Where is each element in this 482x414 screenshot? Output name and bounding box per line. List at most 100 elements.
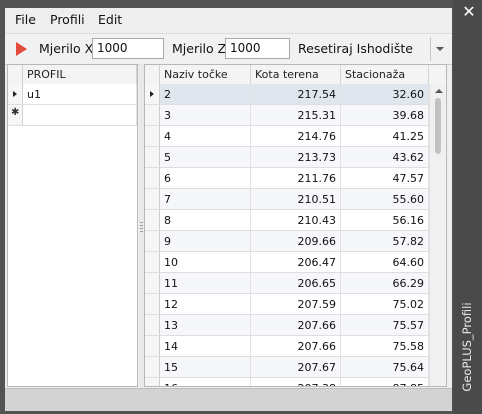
table-row[interactable]: 15 207.67 75.64 xyxy=(145,357,429,378)
row-selector[interactable] xyxy=(145,252,160,272)
terrain-height-cell[interactable]: 210.43 xyxy=(251,210,341,230)
terrain-height-cell[interactable]: 207.38 xyxy=(251,378,341,386)
row-selector[interactable] xyxy=(145,357,160,377)
point-name-cell[interactable]: 7 xyxy=(160,189,251,209)
table-row[interactable]: 14 207.66 75.58 xyxy=(145,336,429,357)
row-selector[interactable] xyxy=(145,105,160,125)
point-name-cell[interactable]: 11 xyxy=(160,273,251,293)
terrain-height-cell[interactable]: 209.66 xyxy=(251,231,341,251)
table-row[interactable]: 2 217.54 32.60 xyxy=(145,84,429,105)
column-header-profil[interactable]: PROFIL xyxy=(23,65,137,84)
chainage-cell[interactable]: 41.25 xyxy=(341,126,429,146)
profile-row[interactable]: u1 xyxy=(8,84,137,105)
table-row[interactable]: 8 210.43 56.16 xyxy=(145,210,429,231)
point-name-cell[interactable]: 12 xyxy=(160,294,251,314)
row-selector[interactable] xyxy=(145,231,160,251)
row-selector[interactable] xyxy=(145,273,160,293)
chainage-cell[interactable]: 87.85 xyxy=(341,378,429,386)
profiles-grid: PROFIL u1 ✱ xyxy=(7,64,138,387)
menu-file[interactable]: File xyxy=(15,12,36,27)
table-row[interactable]: 7 210.51 55.60 xyxy=(145,189,429,210)
terrain-height-cell[interactable]: 215.31 xyxy=(251,105,341,125)
table-row[interactable]: 5 213.73 43.62 xyxy=(145,147,429,168)
terrain-height-cell[interactable]: 206.65 xyxy=(251,273,341,293)
column-header-kota[interactable]: Kota terena xyxy=(251,65,341,84)
point-name-cell[interactable]: 10 xyxy=(160,252,251,272)
point-name-cell[interactable]: 5 xyxy=(160,147,251,167)
terrain-height-cell[interactable]: 210.51 xyxy=(251,189,341,209)
point-name-cell[interactable]: 2 xyxy=(160,84,251,104)
row-selector[interactable] xyxy=(145,147,160,167)
point-name-cell[interactable]: 3 xyxy=(160,105,251,125)
menu-profili[interactable]: Profili xyxy=(50,12,85,27)
toolbar-overflow-button[interactable] xyxy=(430,37,447,61)
row-selector[interactable] xyxy=(145,378,160,386)
chainage-cell[interactable]: 75.57 xyxy=(341,315,429,335)
chainage-cell[interactable]: 75.02 xyxy=(341,294,429,314)
point-name-cell[interactable]: 16 xyxy=(160,378,251,386)
column-header-naziv[interactable]: Naziv točke xyxy=(160,65,251,84)
menu-edit[interactable]: Edit xyxy=(98,12,122,27)
chainage-cell[interactable]: 66.29 xyxy=(341,273,429,293)
row-selector[interactable]: ✱ xyxy=(8,105,23,125)
table-row[interactable]: 9 209.66 57.82 xyxy=(145,231,429,252)
terrain-height-cell[interactable]: 207.66 xyxy=(251,336,341,356)
reset-origin-button[interactable]: Resetiraj Ishodište xyxy=(298,41,413,56)
row-selector[interactable] xyxy=(145,315,160,335)
point-name-cell[interactable]: 13 xyxy=(160,315,251,335)
new-profile-row[interactable]: ✱ xyxy=(8,105,137,126)
table-row[interactable]: 10 206.47 64.60 xyxy=(145,252,429,273)
profiles-grid-header: PROFIL xyxy=(8,65,137,85)
row-selector[interactable] xyxy=(145,210,160,230)
chainage-cell[interactable]: 43.62 xyxy=(341,147,429,167)
point-name-cell[interactable]: 9 xyxy=(160,231,251,251)
table-row[interactable]: 3 215.31 39.68 xyxy=(145,105,429,126)
chainage-cell[interactable]: 55.60 xyxy=(341,189,429,209)
chainage-cell[interactable]: 64.60 xyxy=(341,252,429,272)
chainage-cell[interactable]: 57.82 xyxy=(341,231,429,251)
table-row[interactable]: 4 214.76 41.25 xyxy=(145,126,429,147)
terrain-height-cell[interactable]: 206.47 xyxy=(251,252,341,272)
table-row[interactable]: 11 206.65 66.29 xyxy=(145,273,429,294)
profile-name-cell[interactable]: u1 xyxy=(23,84,137,104)
table-row[interactable]: 12 207.59 75.02 xyxy=(145,294,429,315)
terrain-height-cell[interactable]: 207.59 xyxy=(251,294,341,314)
terrain-height-cell[interactable]: 211.76 xyxy=(251,168,341,188)
row-selector[interactable] xyxy=(145,294,160,314)
row-selector[interactable] xyxy=(145,126,160,146)
point-name-cell[interactable]: 14 xyxy=(160,336,251,356)
scrollbar-thumb[interactable] xyxy=(435,98,441,154)
row-selector[interactable] xyxy=(145,168,160,188)
table-row[interactable]: 6 211.76 47.57 xyxy=(145,168,429,189)
point-name-cell[interactable]: 8 xyxy=(160,210,251,230)
point-name-cell[interactable]: 4 xyxy=(160,126,251,146)
vertical-scrollbar[interactable] xyxy=(429,84,446,386)
terrain-height-cell[interactable]: 217.54 xyxy=(251,84,341,104)
row-selector[interactable] xyxy=(145,336,160,356)
close-icon[interactable]: ✕ xyxy=(461,4,477,20)
terrain-height-cell[interactable]: 214.76 xyxy=(251,126,341,146)
table-row[interactable]: 13 207.66 75.57 xyxy=(145,315,429,336)
table-row[interactable]: 16207.3887.85 xyxy=(145,378,429,386)
terrain-height-cell[interactable]: 213.73 xyxy=(251,147,341,167)
terrain-height-cell[interactable]: 207.67 xyxy=(251,357,341,377)
terrain-height-cell[interactable]: 207.66 xyxy=(251,315,341,335)
column-header-stacionaza[interactable]: Stacionaža xyxy=(341,65,429,84)
chevron-down-icon xyxy=(436,47,444,51)
chainage-cell[interactable]: 75.58 xyxy=(341,336,429,356)
scroll-up-icon[interactable] xyxy=(435,89,443,93)
chainage-cell[interactable]: 56.16 xyxy=(341,210,429,230)
new-profile-cell[interactable] xyxy=(23,105,137,125)
mjerilo-z-input[interactable]: 1000 xyxy=(225,38,290,59)
chainage-cell[interactable]: 32.60 xyxy=(341,84,429,104)
chainage-cell[interactable]: 47.57 xyxy=(341,168,429,188)
chainage-cell[interactable]: 75.64 xyxy=(341,357,429,377)
row-selector[interactable] xyxy=(8,84,23,104)
play-icon[interactable] xyxy=(16,42,27,56)
mjerilo-x-input[interactable]: 1000 xyxy=(92,38,164,59)
point-name-cell[interactable]: 6 xyxy=(160,168,251,188)
row-selector[interactable] xyxy=(145,84,160,104)
point-name-cell[interactable]: 15 xyxy=(160,357,251,377)
row-selector[interactable] xyxy=(145,189,160,209)
chainage-cell[interactable]: 39.68 xyxy=(341,105,429,125)
